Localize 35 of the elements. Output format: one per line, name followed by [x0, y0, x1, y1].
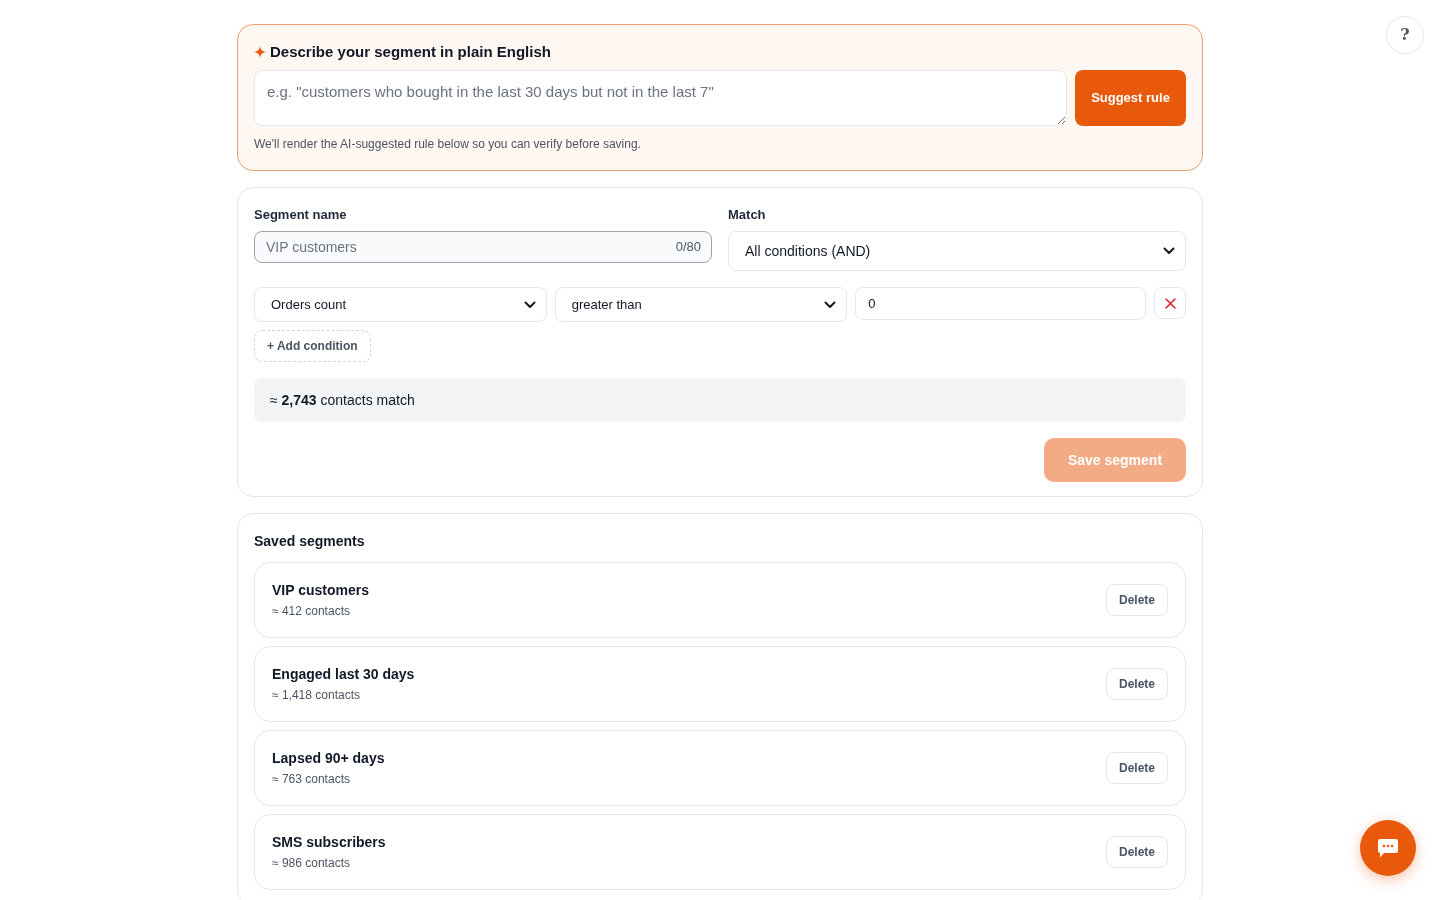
delete-button[interactable]: Delete: [1105, 836, 1168, 868]
field-label: Segment name: [254, 207, 348, 223]
prompt-textarea[interactable]: e.g. "customers who bought in the last 30 days but not in the last 7": [254, 70, 1067, 126]
chat-bubble-icon: [1378, 838, 1398, 858]
segment-contact-count: ≈ 763 contacts: [272, 771, 351, 787]
remove-condition-button[interactable]: [1154, 287, 1186, 319]
value-input[interactable]: 0: [855, 287, 1146, 320]
field-label: Match: [728, 207, 767, 223]
chevron-down-icon: [523, 300, 536, 309]
segment-name: SMS subscribers: [272, 833, 386, 851]
segment-contact-count: ≈ 412 contacts: [272, 603, 351, 619]
chevron-down-icon: [824, 300, 837, 309]
segment-contact-count: ≈ 1,418 contacts: [272, 687, 361, 703]
section-title: Saved segments: [254, 532, 366, 550]
sparkle-icon: [254, 46, 266, 58]
segment-name: Engaged last 30 days: [272, 665, 415, 683]
segment-name: VIP customers: [272, 581, 369, 599]
field-select[interactable]: Orders count: [254, 287, 547, 322]
match-select[interactable]: All conditions (AND): [728, 231, 1186, 271]
character-counter: 0/80: [675, 239, 701, 255]
prompt-title: Describe your segment in plain English: [270, 42, 551, 62]
delete-button[interactable]: Delete: [1105, 752, 1168, 784]
help-button[interactable]: ?: [1386, 16, 1424, 54]
add-condition-button[interactable]: + Add condition: [254, 330, 371, 362]
delete-button[interactable]: Delete: [1105, 584, 1168, 616]
segment-name: Lapsed 90+ days: [272, 749, 385, 767]
operator-select[interactable]: greater than: [554, 287, 848, 322]
match-count-summary: ≈ 2,743 contacts match: [254, 378, 1186, 422]
close-icon: [1164, 297, 1176, 309]
delete-button[interactable]: Delete: [1105, 668, 1168, 700]
suggest-rule-button[interactable]: Suggest rule: [1075, 70, 1186, 126]
prompt-hint: We'll render the AI-suggested rule below so you can verify before saving.: [254, 136, 642, 152]
chat-button[interactable]: [1360, 820, 1416, 876]
segment-contact-count: ≈ 986 contacts: [272, 855, 351, 871]
chevron-down-icon: [1163, 247, 1175, 255]
